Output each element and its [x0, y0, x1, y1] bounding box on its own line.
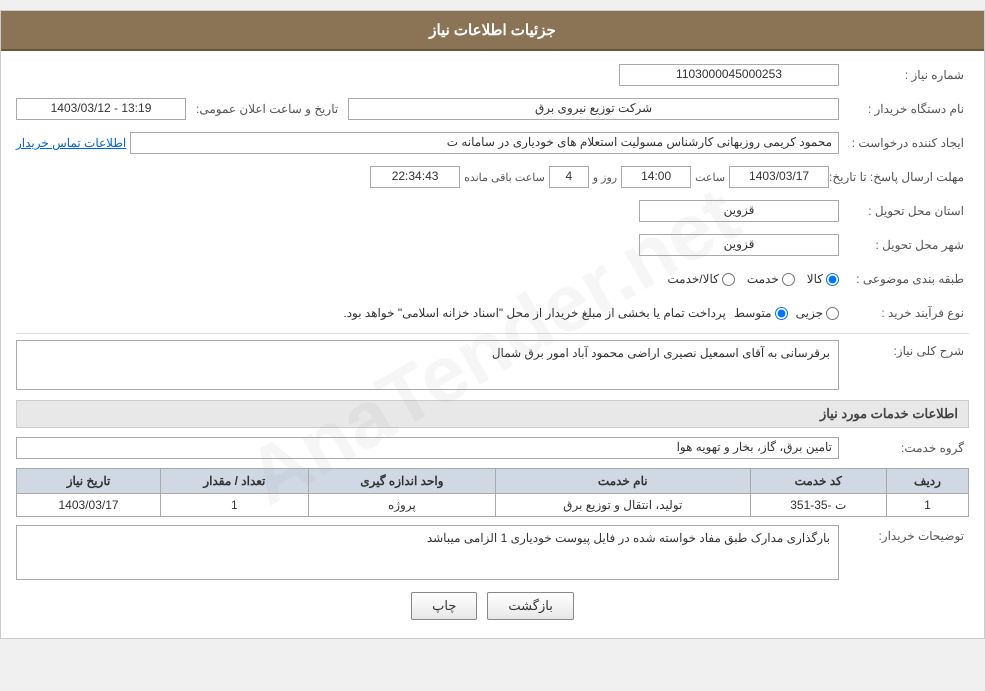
need-number-label: شماره نیاز :	[839, 68, 969, 82]
subject-option-kala-khedmat[interactable]: کالا/خدمت	[667, 272, 734, 286]
creator-value: محمود کریمی روزبهانی کارشناس مسولیت استع…	[130, 132, 839, 154]
deadline-days-label: روز و	[593, 171, 617, 184]
subject-option-khedmat[interactable]: خدمت	[747, 272, 795, 286]
announcement-date-value: 1403/03/12 - 13:19	[16, 98, 186, 120]
services-table: ردیف کد خدمت نام خدمت واحد اندازه گیری ت…	[16, 468, 969, 517]
subject-option-kala[interactable]: کالا	[807, 272, 839, 286]
city-label: شهر محل تحویل :	[839, 238, 969, 252]
deadline-remaining-label: ساعت باقی مانده	[464, 171, 545, 184]
deadline-time: 14:00	[621, 166, 691, 188]
purchase-type-jozi[interactable]: جزیی	[796, 306, 839, 320]
buyer-desc-label: توضیحات خریدار:	[839, 525, 969, 543]
col-unit: واحد اندازه گیری	[308, 469, 495, 494]
buyer-desc-value: بارگذاری مدارک طبق مفاد خواسته شده در فا…	[16, 525, 839, 580]
service-group-label: گروه خدمت:	[839, 441, 969, 455]
back-button[interactable]: بازگشت	[487, 592, 573, 620]
purchase-type-group: جزیی متوسط پرداخت تمام یا بخشی از مبلغ خ…	[16, 306, 839, 320]
page-title: جزئیات اطلاعات نیاز	[429, 22, 556, 39]
services-section-title: اطلاعات خدمات مورد نیاز	[16, 400, 969, 428]
page-header: جزئیات اطلاعات نیاز	[1, 11, 984, 51]
deadline-label: مهلت ارسال پاسخ: تا تاریخ:	[829, 170, 969, 184]
city-value: قزوین	[639, 234, 839, 256]
creator-contact-link[interactable]: اطلاعات تماس خریدار	[16, 136, 126, 150]
col-date: تاریخ نیاز	[17, 469, 161, 494]
col-service-name: نام خدمت	[496, 469, 750, 494]
col-row: ردیف	[886, 469, 968, 494]
creator-label: ایجاد کننده درخواست :	[839, 136, 969, 150]
table-cell-4: 1	[161, 494, 309, 517]
table-cell-2: تولید، انتقال و توزیع برق	[496, 494, 750, 517]
col-quantity: تعداد / مقدار	[161, 469, 309, 494]
deadline-days: 4	[549, 166, 589, 188]
print-button[interactable]: چاپ	[411, 592, 477, 620]
purchase-type-label: نوع فرآیند خرید :	[839, 306, 969, 320]
subject-label: طبقه بندی موضوعی :	[839, 272, 969, 286]
requester-org-label: نام دستگاه خریدار :	[839, 102, 969, 116]
service-group-value: تامین برق، گاز، بخار و تهویه هوا	[16, 437, 839, 459]
purchase-type-motavaset[interactable]: متوسط	[734, 306, 788, 320]
button-row: بازگشت چاپ	[16, 592, 969, 620]
divider-1	[16, 333, 969, 334]
description-label: شرح کلی نیاز:	[839, 340, 969, 358]
description-value: برقرسانی به آقای اسمعیل نصیری اراضی محمو…	[16, 340, 839, 390]
announcement-date-label: تاریخ و ساعت اعلان عمومی:	[190, 102, 344, 116]
deadline-remaining: 22:34:43	[370, 166, 460, 188]
province-value: قزوین	[639, 200, 839, 222]
col-service-code: کد خدمت	[750, 469, 886, 494]
subject-type-group: کالا خدمت کالا/خدمت	[16, 272, 839, 286]
deadline-time-label: ساعت	[695, 171, 725, 184]
table-cell-1: ت -35-351	[750, 494, 886, 517]
purchase-note: پرداخت تمام یا بخشی از مبلغ خریدار از مح…	[16, 306, 726, 320]
table-cell-3: پروژه	[308, 494, 495, 517]
need-number-value: 1103000045000253	[619, 64, 839, 86]
province-label: استان محل تحویل :	[839, 204, 969, 218]
table-cell-5: 1403/03/17	[17, 494, 161, 517]
deadline-date: 1403/03/17	[729, 166, 829, 188]
requester-org-value: شرکت توزیع نیروی برق	[348, 98, 839, 120]
table-cell-0: 1	[886, 494, 968, 517]
table-row: 1ت -35-351تولید، انتقال و توزیع برقپروژه…	[17, 494, 969, 517]
